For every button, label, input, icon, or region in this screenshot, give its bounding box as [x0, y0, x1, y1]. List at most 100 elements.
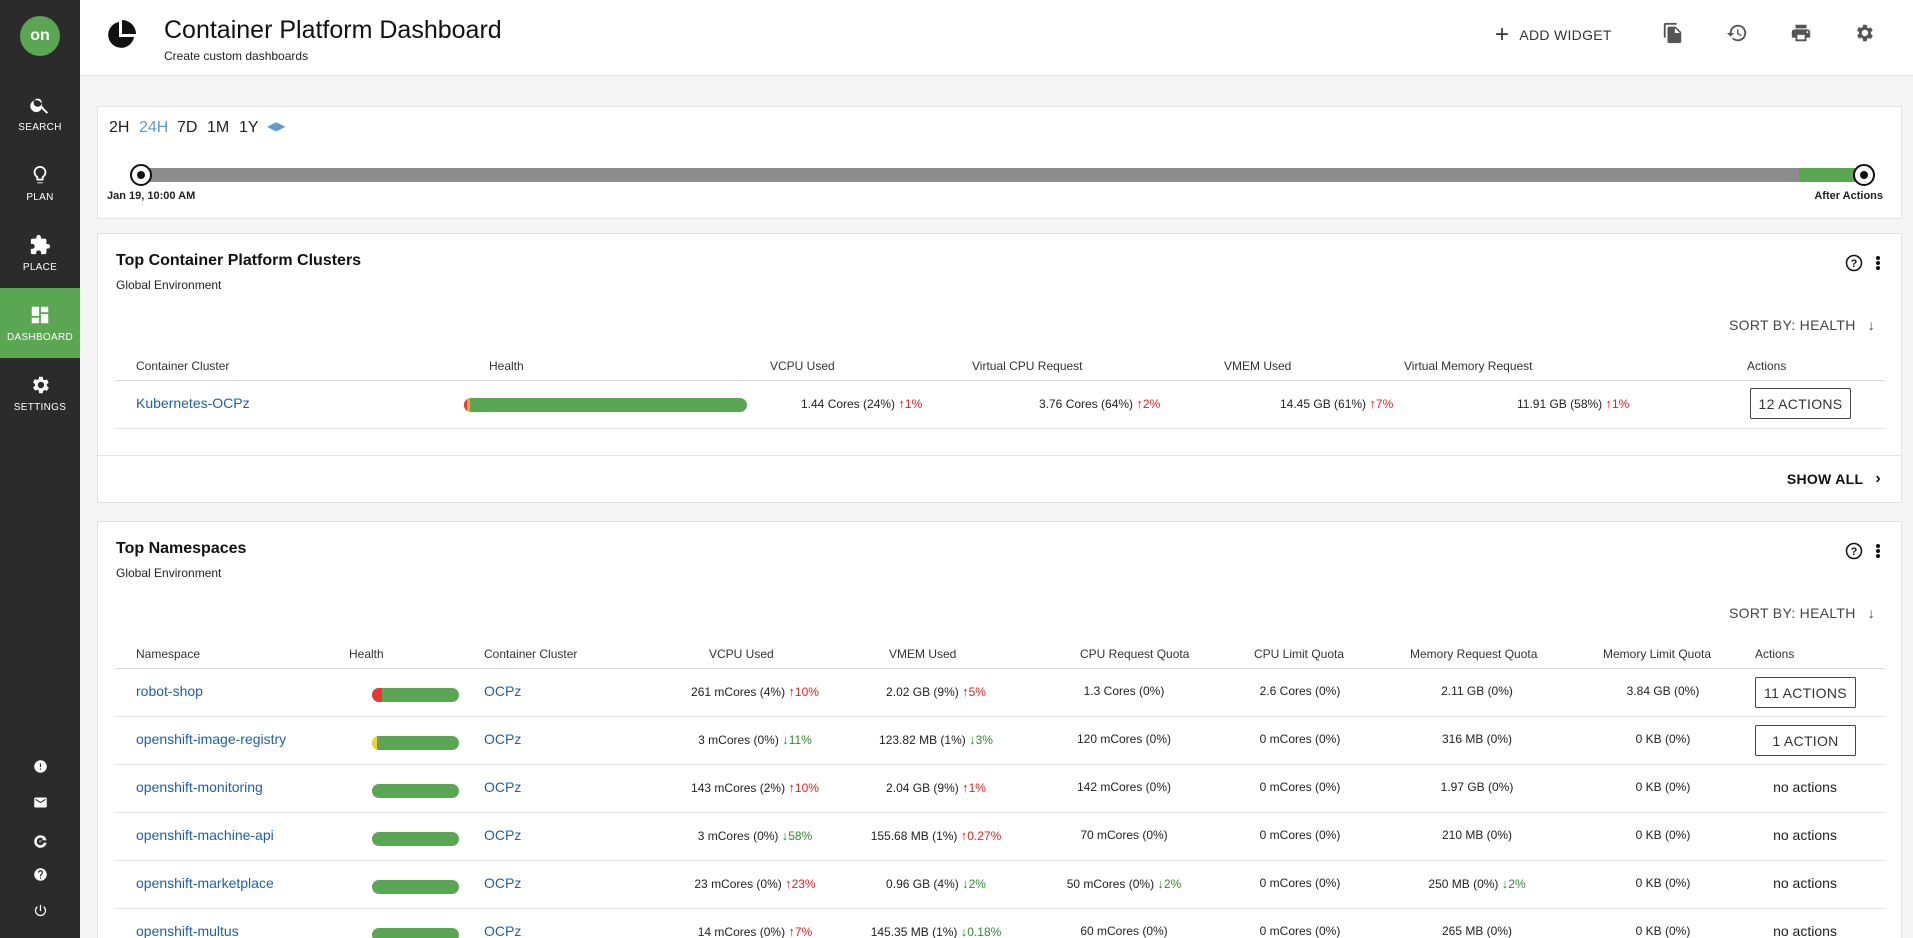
health-warning-segment [372, 688, 382, 702]
sort-by-button[interactable]: SORT BY: HEALTH ↓ [1729, 605, 1875, 621]
mail-icon[interactable] [30, 792, 50, 812]
vmem-used: 123.82 MB (1%) ↓3% [879, 732, 993, 747]
cluster-link[interactable]: OCPz [484, 683, 521, 699]
logo[interactable]: on [20, 16, 60, 56]
lightbulb-icon [33, 165, 47, 183]
more-options-icon[interactable] [1873, 542, 1883, 560]
health-bar [372, 784, 459, 798]
range-1y[interactable]: 1Y [239, 119, 259, 137]
column-header[interactable]: Virtual CPU Request [972, 359, 1083, 373]
namespace-link[interactable]: openshift-multus [136, 923, 239, 938]
cluster-link[interactable]: OCPz [484, 875, 521, 891]
column-header[interactable]: Actions [1747, 359, 1786, 373]
arrow-down-icon: ↓ [1867, 605, 1875, 621]
alert-icon[interactable] [30, 756, 50, 776]
column-header[interactable]: CPU Limit Quota [1254, 647, 1344, 661]
actions-button[interactable]: 12 ACTIONS [1750, 388, 1851, 419]
show-all-label: SHOW ALL [1786, 471, 1864, 487]
pie-chart-icon [108, 20, 136, 48]
power-icon[interactable] [30, 900, 50, 920]
health-bar [372, 880, 459, 894]
table-row: robot-shop OCPz 261 mCores (4%) ↑10% 2.02 G… [115, 669, 1885, 717]
add-widget-button[interactable]: + ADD WIDGET [1495, 22, 1612, 48]
divider [98, 455, 1901, 456]
help-circle-icon[interactable]: ? [1845, 542, 1863, 560]
add-widget-label: ADD WIDGET [1519, 27, 1612, 43]
range-2h[interactable]: 2H [109, 119, 129, 137]
column-header[interactable]: VMEM Used [1224, 359, 1291, 373]
range-1m[interactable]: 1M [207, 119, 229, 137]
namespace-link[interactable]: openshift-machine-api [136, 827, 274, 843]
sidebar-item-settings[interactable]: SETTINGS [0, 358, 80, 428]
copy-icon[interactable] [1662, 22, 1688, 48]
timeline-track[interactable] [139, 168, 1865, 182]
cluster-link[interactable]: OCPz [484, 827, 521, 843]
namespace-link[interactable]: openshift-marketplace [136, 875, 274, 891]
column-header[interactable]: Memory Request Quota [1410, 647, 1537, 661]
actions-button[interactable]: 1 ACTION [1755, 725, 1856, 756]
namespace-link[interactable]: robot-shop [136, 683, 203, 699]
column-header[interactable]: Container Cluster [136, 359, 229, 373]
column-header[interactable]: Container Cluster [484, 647, 577, 661]
health-bar [372, 928, 459, 938]
column-header[interactable]: Memory Limit Quota [1603, 647, 1711, 661]
cpu-limit-quota: 0 mCores (0%) [1259, 732, 1341, 746]
help-circle-icon[interactable]: ? [1845, 254, 1863, 272]
cluster-link[interactable]: OCPz [484, 779, 521, 795]
vmem-used: 155.68 MB (1%) ↑0.27% [870, 828, 1002, 843]
namespace-link[interactable]: openshift-image-registry [136, 731, 286, 747]
vcpu-used: 261 mCores (4%) ↑10% [691, 684, 819, 699]
vmem-used: 0.96 GB (4%) ↓2% [886, 876, 986, 891]
memory-limit-quota: 0 KB (0%) [1635, 924, 1691, 938]
print-icon[interactable] [1790, 22, 1816, 48]
settings-gear-icon[interactable] [1853, 22, 1879, 48]
widget-subtitle: Global Environment [116, 278, 222, 292]
column-header[interactable]: Actions [1755, 647, 1794, 661]
cluster-link[interactable]: Kubernetes-OCPz [136, 395, 250, 411]
show-all-button[interactable]: SHOW ALL › [1787, 470, 1881, 488]
column-header[interactable]: Health [489, 359, 524, 373]
sidebar-item-label: PLAN [26, 191, 54, 203]
cpu-limit-quota: 0 mCores (0%) [1259, 876, 1341, 890]
memory-request-quota: 2.11 GB (0%) [1441, 684, 1513, 698]
help-icon[interactable] [30, 864, 50, 884]
widget-title: Top Namespaces [116, 540, 247, 557]
column-header[interactable]: VCPU Used [770, 359, 835, 373]
column-header[interactable]: VCPU Used [709, 647, 774, 661]
cpu-limit-quota: 2.6 Cores (0%) [1259, 684, 1341, 698]
more-options-icon[interactable] [1873, 254, 1883, 272]
chevron-right-icon: › [1875, 470, 1881, 487]
timeline-start-handle[interactable] [130, 164, 152, 186]
column-header[interactable]: Namespace [136, 647, 200, 661]
gear-icon [33, 376, 49, 393]
cpu-request-quota: 142 mCores (0%) [1076, 780, 1172, 794]
actions-button[interactable]: 11 ACTIONS [1755, 677, 1856, 708]
sidebar-item-search[interactable]: SEARCH [0, 78, 80, 148]
namespace-link[interactable]: openshift-monitoring [136, 779, 263, 795]
vmem-used: 2.04 GB (9%) ↑1% [886, 780, 986, 795]
timeline-step-arrows-icon[interactable]: ◀▶ [267, 119, 285, 133]
sidebar-item-dashboard[interactable]: DASHBOARD [0, 288, 80, 358]
memory-limit-quota: 0 KB (0%) [1635, 780, 1691, 794]
column-header[interactable]: CPU Request Quota [1080, 647, 1189, 661]
health-minor-segment [467, 398, 470, 412]
column-header[interactable]: Health [349, 647, 384, 661]
cluster-link[interactable]: OCPz [484, 923, 521, 938]
health-warning-segment [372, 736, 377, 750]
vcpu-used: 3 mCores (0%) ↓58% [697, 828, 813, 843]
cluster-link[interactable]: OCPz [484, 731, 521, 747]
google-icon[interactable] [30, 831, 50, 851]
health-bar [464, 398, 747, 412]
cpu-limit-quota: 0 mCores (0%) [1259, 780, 1341, 794]
cpu-request-quota: 60 mCores (0%) [1080, 924, 1168, 938]
history-icon[interactable] [1726, 22, 1752, 48]
sidebar-item-place[interactable]: PLACE [0, 218, 80, 288]
memory-limit-quota: 0 KB (0%) [1635, 732, 1691, 746]
timeline-end-handle[interactable] [1853, 164, 1875, 186]
range-24h[interactable]: 24H [139, 119, 168, 137]
column-header[interactable]: Virtual Memory Request [1404, 359, 1533, 373]
column-header[interactable]: VMEM Used [889, 647, 956, 661]
sidebar-item-plan[interactable]: PLAN [0, 148, 80, 218]
sort-by-button[interactable]: SORT BY: HEALTH ↓ [1729, 317, 1875, 333]
range-7d[interactable]: 7D [177, 119, 197, 137]
